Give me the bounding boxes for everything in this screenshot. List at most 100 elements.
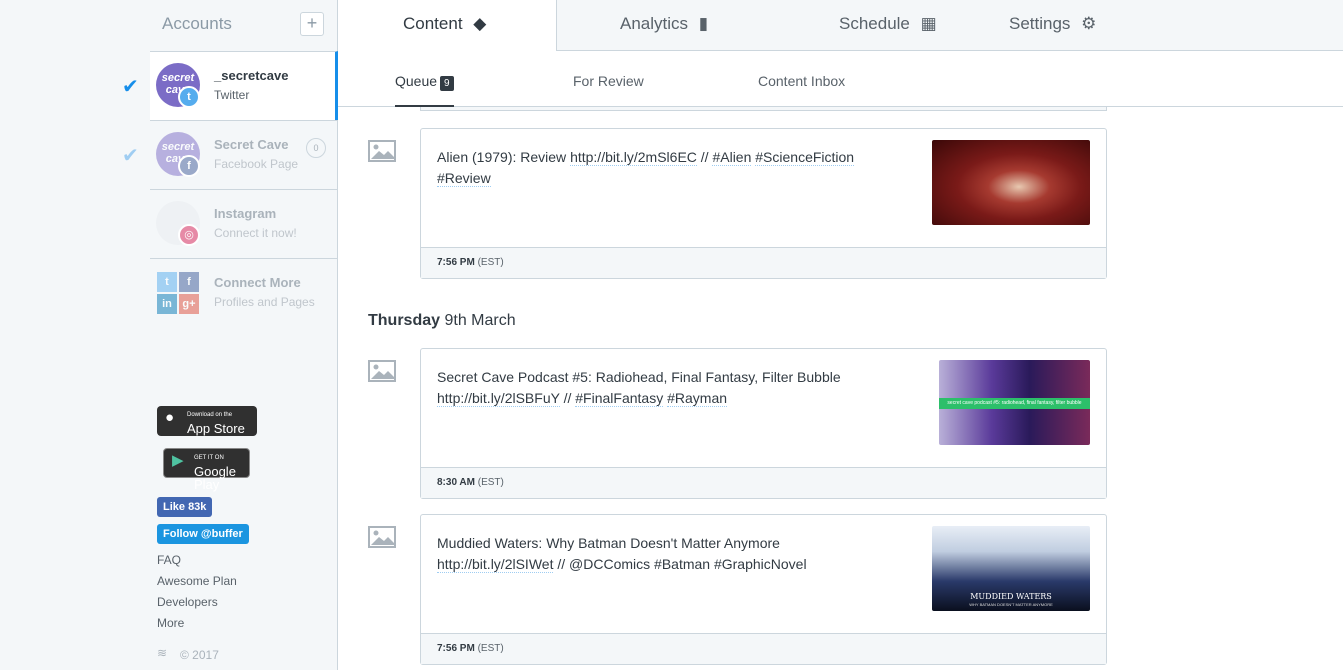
- day-date: 9th March: [444, 312, 516, 329]
- account-name: Instagram: [214, 206, 277, 221]
- apple-icon: ●: [165, 409, 175, 426]
- post-text-part: Secret Cave Podcast #5: Radiohead, Final…: [437, 369, 841, 385]
- tab-for-review[interactable]: For Review: [573, 73, 644, 89]
- selected-check-icon[interactable]: ✔: [122, 74, 139, 99]
- twitter-icon: t: [157, 272, 177, 292]
- top-nav: Content ◆ Analytics ▮ Schedule ▦ Setting…: [338, 0, 1343, 52]
- account-type: Profiles and Pages: [214, 295, 315, 309]
- previous-post-edge: [420, 107, 1107, 111]
- tab-label: Analytics: [620, 14, 689, 33]
- facebook-like-button[interactable]: Like 83k: [157, 497, 213, 517]
- post-thumbnail[interactable]: [932, 140, 1090, 225]
- copyright-text: © 2017: [180, 648, 219, 662]
- hashtag[interactable]: #FinalFantasy: [575, 390, 664, 407]
- play-icon: ▶: [172, 452, 184, 469]
- account-instagram-connect[interactable]: ◎ Instagram Connect it now!: [150, 189, 338, 258]
- developers-link[interactable]: Developers: [157, 595, 218, 609]
- tab-content[interactable]: Content ◆: [338, 0, 557, 52]
- plan-link[interactable]: Awesome Plan: [157, 574, 237, 588]
- post-timezone: (EST): [477, 477, 504, 488]
- google-play-button[interactable]: ▶ GET IT ON Google Play: [163, 448, 250, 491]
- tab-schedule[interactable]: Schedule ▦: [839, 0, 937, 51]
- day-weekday: Thursday: [368, 312, 441, 329]
- post-link[interactable]: http://bit.ly/2lSBFuY: [437, 390, 560, 407]
- tab-settings[interactable]: Settings ⚙: [1009, 0, 1096, 51]
- day-heading: Thursday 9th March: [368, 312, 516, 330]
- post-timezone: (EST): [477, 257, 504, 268]
- layers-icon: ◆: [473, 14, 487, 33]
- account-name: Connect More: [214, 275, 301, 290]
- post-body: Secret Cave Podcast #5: Radiohead, Final…: [421, 349, 1106, 467]
- hashtag[interactable]: #Alien: [712, 149, 752, 166]
- account-type: Twitter: [214, 88, 250, 102]
- queued-post[interactable]: Secret Cave Podcast #5: Radiohead, Final…: [420, 348, 1107, 499]
- accounts-heading: Accounts: [162, 14, 232, 33]
- post-text-part: Muddied Waters: Why Batman Doesn't Matte…: [437, 535, 780, 551]
- post-timezone: (EST): [477, 643, 504, 654]
- pending-count-badge: 0: [306, 138, 326, 158]
- account-secretcave-facebook[interactable]: ✔ secret cave f Secret Cave Facebook Pag…: [122, 120, 338, 189]
- google-plus-icon: g+: [179, 294, 199, 314]
- tab-label: Schedule: [839, 14, 910, 33]
- tab-label: Content: [403, 14, 463, 33]
- sub-nav: Queue 9 For Review Content Inbox: [338, 51, 1343, 107]
- hashtag[interactable]: #ScienceFiction: [755, 149, 855, 166]
- post-text: Muddied Waters: Why Batman Doesn't Matte…: [437, 533, 897, 575]
- queued-post[interactable]: Alien (1979): Review http://bit.ly/2mSl6…: [420, 128, 1107, 279]
- post-time: 8:30 AM: [437, 477, 475, 488]
- account-type: Facebook Page: [214, 157, 299, 171]
- queue-count-badge: 9: [440, 76, 454, 91]
- facebook-icon: f: [178, 155, 200, 177]
- tab-content-inbox[interactable]: Content Inbox: [758, 73, 845, 89]
- thumbnail-title: MUDDIED WATERS: [970, 592, 1052, 601]
- buffer-logo-icon: ≋: [157, 646, 168, 660]
- account-secretcave-twitter[interactable]: ✔ secret cave t _secretcave Twitter: [122, 51, 338, 120]
- post-link[interactable]: http://bit.ly/2lSIWet: [437, 556, 554, 573]
- instagram-icon: ◎: [178, 224, 200, 246]
- post-footer: 7:56 PM (EST): [421, 247, 1106, 278]
- faq-link[interactable]: FAQ: [157, 553, 181, 567]
- more-link[interactable]: More: [157, 616, 184, 630]
- hashtag[interactable]: #Review: [437, 170, 491, 187]
- post-text: Alien (1979): Review http://bit.ly/2mSl6…: [437, 147, 897, 189]
- post-time: 7:56 PM: [437, 643, 475, 654]
- sidebar: Accounts + ✔ secret cave t _secretcave T…: [0, 0, 338, 670]
- image-icon: [368, 360, 396, 382]
- copyright: ≋ © 2017: [157, 646, 219, 662]
- gear-icon: ⚙: [1081, 14, 1097, 33]
- google-play-label: Google Play: [194, 464, 236, 492]
- hashtag[interactable]: #GraphicNovel: [714, 556, 807, 572]
- post-footer: 7:56 PM (EST): [421, 633, 1106, 664]
- post-thumbnail[interactable]: MUDDIED WATERS WHY BATMAN DOESN'T MATTER…: [932, 526, 1090, 611]
- twitter-icon: t: [178, 86, 200, 108]
- add-account-button[interactable]: +: [300, 12, 324, 36]
- bar-chart-icon: ▮: [698, 14, 709, 33]
- post-text: Secret Cave Podcast #5: Radiohead, Final…: [437, 367, 897, 409]
- account-name: _secretcave: [214, 68, 289, 83]
- app-store-label: App Store: [187, 421, 245, 436]
- post-text-part: // @DCComics: [553, 556, 655, 572]
- post-text-part: //: [559, 390, 576, 406]
- tab-label: Queue: [395, 73, 438, 89]
- queued-post[interactable]: Muddied Waters: Why Batman Doesn't Matte…: [420, 514, 1107, 665]
- post-text-part: Alien (1979): Review: [437, 149, 571, 165]
- tab-label: Settings: [1009, 14, 1071, 33]
- app-store-button[interactable]: ● Download on the App Store: [157, 406, 257, 436]
- post-time: 7:56 PM: [437, 257, 475, 268]
- account-name: Secret Cave: [214, 137, 289, 152]
- twitter-follow-button[interactable]: Follow @buffer: [157, 524, 249, 544]
- post-footer: 8:30 AM (EST): [421, 467, 1106, 498]
- post-thumbnail[interactable]: secret cave podcast #5: radiohead, final…: [939, 360, 1090, 445]
- post-text-part: //: [696, 149, 713, 165]
- selected-check-icon[interactable]: ✔: [122, 143, 139, 168]
- linkedin-icon: in: [157, 294, 177, 314]
- facebook-icon: f: [179, 272, 199, 292]
- post-link[interactable]: http://bit.ly/2mSl6EC: [570, 149, 697, 166]
- social-networks-icon: t f in g+: [157, 272, 199, 314]
- hashtag[interactable]: #Batman: [654, 556, 710, 572]
- hashtag[interactable]: #Rayman: [667, 390, 728, 407]
- tab-analytics[interactable]: Analytics ▮: [620, 0, 708, 51]
- main-panel: Content ◆ Analytics ▮ Schedule ▦ Setting…: [338, 0, 1343, 670]
- connect-more-accounts[interactable]: t f in g+ Connect More Profiles and Page…: [150, 258, 338, 327]
- tab-queue[interactable]: Queue 9: [395, 73, 454, 107]
